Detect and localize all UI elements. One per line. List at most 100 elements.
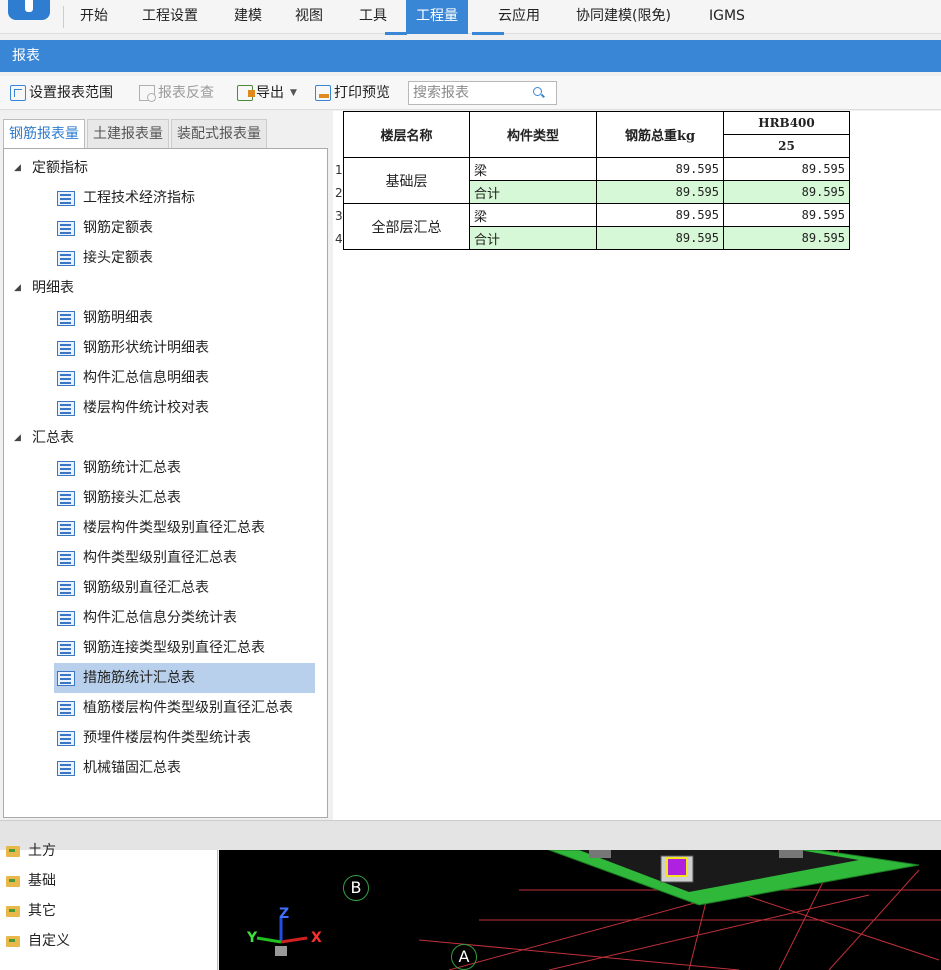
range-icon xyxy=(10,85,26,101)
cell-value: 89.595 xyxy=(723,226,850,250)
tree-item-report[interactable]: 钢筋定额表 xyxy=(54,213,157,243)
tree-item-report[interactable]: 钢筋级别直径汇总表 xyxy=(54,573,213,603)
print-preview-icon xyxy=(315,85,331,101)
app-root: 开始 工程设置 建模 视图 工具 工程量 云应用 协同建模(限免) IGMS 报… xyxy=(0,0,941,970)
print-preview-button[interactable]: 打印预览 xyxy=(315,81,390,105)
report-doc-icon xyxy=(57,520,75,536)
gizmo-z-label: Z xyxy=(279,906,290,922)
tree-item-label: 钢筋连接类型级别直径汇总表 xyxy=(83,640,265,656)
cell-component: 合计 xyxy=(469,226,597,250)
menu-modeling[interactable]: 建模 xyxy=(224,0,272,32)
tree-item-report[interactable]: 钢筋明细表 xyxy=(54,303,157,333)
cell-total: 89.595 xyxy=(596,203,724,227)
report-doc-icon xyxy=(57,460,75,476)
tree-item-report[interactable]: 植筋楼层构件类型级别直径汇总表 xyxy=(54,693,297,723)
tree-item-label: 钢筋明细表 xyxy=(83,310,153,326)
tree-item-report[interactable]: 机械锚固汇总表 xyxy=(54,753,185,783)
tree-item-report[interactable]: 预埋件楼层构件类型统计表 xyxy=(54,723,255,753)
menu-cloud[interactable]: 云应用 xyxy=(488,0,550,32)
cell-component: 梁 xyxy=(469,203,597,227)
tree-item-report[interactable]: 工程技术经济指标 xyxy=(54,183,199,213)
tree-group-quota[interactable]: ◢ 定额指标 xyxy=(14,156,88,180)
tree-item-report[interactable]: 钢筋连接类型级别直径汇总表 xyxy=(54,633,269,663)
tree-item-label: 其它 xyxy=(28,903,56,919)
report-doc-icon xyxy=(57,670,75,686)
app-logo-icon[interactable] xyxy=(8,0,50,20)
tree-item-report[interactable]: 楼层构件类型级别直径汇总表 xyxy=(54,513,269,543)
tree-item-report[interactable]: 接头定额表 xyxy=(54,243,157,273)
menu-quantities[interactable]: 工程量 xyxy=(406,0,468,34)
tree-item-report-selected[interactable]: 措施筋统计汇总表 xyxy=(54,663,315,693)
expand-arrow-icon[interactable]: ◢ xyxy=(14,156,24,180)
reverse-check-button[interactable]: 报表反查 xyxy=(139,81,214,105)
tree-item-report[interactable]: 钢筋形状统计明细表 xyxy=(54,333,213,363)
tree-group-summary[interactable]: ◢ 汇总表 xyxy=(14,426,74,450)
tree-item-custom[interactable]: 自定义 xyxy=(6,926,70,956)
tree-item-report[interactable]: 构件汇总信息明细表 xyxy=(54,363,213,393)
tree-item-label: 构件汇总信息明细表 xyxy=(83,370,209,386)
table-row[interactable]: 全部层汇总 梁 89.595 89.595 xyxy=(343,203,850,250)
tree-item-other[interactable]: 其它 xyxy=(6,896,56,926)
tree-item-earthwork[interactable]: 土方 xyxy=(6,836,56,866)
report-doc-icon xyxy=(57,310,75,326)
tree-item-report[interactable]: 构件汇总信息分类统计表 xyxy=(54,603,241,633)
tree-item-foundation[interactable]: 基础 xyxy=(6,866,56,896)
tree-item-report[interactable]: 钢筋统计汇总表 xyxy=(54,453,185,483)
report-doc-icon xyxy=(57,580,75,596)
report-tree: ◢ 定额指标 工程技术经济指标 钢筋定额表 接头定额表 ◢ 明细表 钢筋明细表 … xyxy=(3,148,328,818)
menu-view[interactable]: 视图 xyxy=(285,0,333,32)
cell-component: 合计 xyxy=(469,180,597,204)
tree-item-label: 植筋楼层构件类型级别直径汇总表 xyxy=(83,700,293,716)
tab-civil-reports[interactable]: 土建报表量 xyxy=(87,119,169,149)
set-range-button[interactable]: 设置报表范围 xyxy=(10,81,113,105)
tree-item-label: 工程技术经济指标 xyxy=(83,190,195,206)
tree-item-report[interactable]: 楼层构件统计校对表 xyxy=(54,393,213,423)
tree-item-label: 钢筋定额表 xyxy=(83,220,153,236)
tree-item-label: 钢筋统计汇总表 xyxy=(83,460,181,476)
report-doc-icon xyxy=(57,370,75,386)
report-doc-icon xyxy=(57,760,75,776)
menu-separator xyxy=(63,6,64,28)
cell-total: 89.595 xyxy=(596,180,724,204)
expand-arrow-icon[interactable]: ◢ xyxy=(14,426,24,450)
tree-group-details[interactable]: ◢ 明细表 xyxy=(14,276,74,300)
menu-project-settings[interactable]: 工程设置 xyxy=(132,0,208,32)
3d-viewport[interactable]: B A Z X Y xyxy=(219,850,941,970)
menu-collab-modeling[interactable]: 协同建模(限免) xyxy=(566,0,681,32)
cell-floor: 全部层汇总 xyxy=(343,203,470,250)
menu-start[interactable]: 开始 xyxy=(70,0,118,32)
tree-item-label: 土方 xyxy=(28,843,56,859)
table-row[interactable]: 基础层 梁 89.595 89.595 xyxy=(343,157,850,204)
tab-prefab-reports[interactable]: 装配式报表量 xyxy=(171,119,267,149)
folder-icon xyxy=(6,845,20,857)
report-toolbar: 设置报表范围 报表反查 导出 ▼ 打印预览 xyxy=(0,76,941,110)
menu-igms[interactable]: IGMS xyxy=(699,0,755,32)
cell-value: 89.595 xyxy=(723,157,850,181)
cell-total: 89.595 xyxy=(596,157,724,181)
report-search-input[interactable] xyxy=(409,82,529,104)
tree-item-label: 钢筋级别直径汇总表 xyxy=(83,580,209,596)
tree-item-label: 钢筋形状统计明细表 xyxy=(83,340,209,356)
export-label: 导出 xyxy=(256,85,284,101)
report-window-title: 报表 xyxy=(0,40,941,72)
tab-rebar-reports[interactable]: 钢筋报表量 xyxy=(3,119,85,149)
report-doc-icon xyxy=(57,250,75,266)
tree-item-label: 预埋件楼层构件类型统计表 xyxy=(83,730,251,746)
expand-arrow-icon[interactable]: ◢ xyxy=(14,276,24,300)
report-doc-icon xyxy=(57,730,75,746)
report-search-box xyxy=(408,81,557,105)
tree-item-label: 基础 xyxy=(28,873,56,889)
tree-item-report[interactable]: 钢筋接头汇总表 xyxy=(54,483,185,513)
menu-tools[interactable]: 工具 xyxy=(349,0,397,32)
tree-item-report[interactable]: 构件类型级别直径汇总表 xyxy=(54,543,241,573)
search-icon[interactable] xyxy=(533,87,542,96)
header-diameter: 25 xyxy=(723,134,850,158)
report-doc-icon xyxy=(57,400,75,416)
report-type-tabs: 钢筋报表量 土建报表量 装配式报表量 xyxy=(3,119,269,149)
row-number: 3 xyxy=(335,209,343,223)
cell-component: 梁 xyxy=(469,157,597,181)
report-doc-icon xyxy=(57,190,75,206)
tree-item-label: 钢筋接头汇总表 xyxy=(83,490,181,506)
reverse-check-icon xyxy=(139,85,156,102)
export-button[interactable]: 导出 ▼ xyxy=(237,81,297,105)
